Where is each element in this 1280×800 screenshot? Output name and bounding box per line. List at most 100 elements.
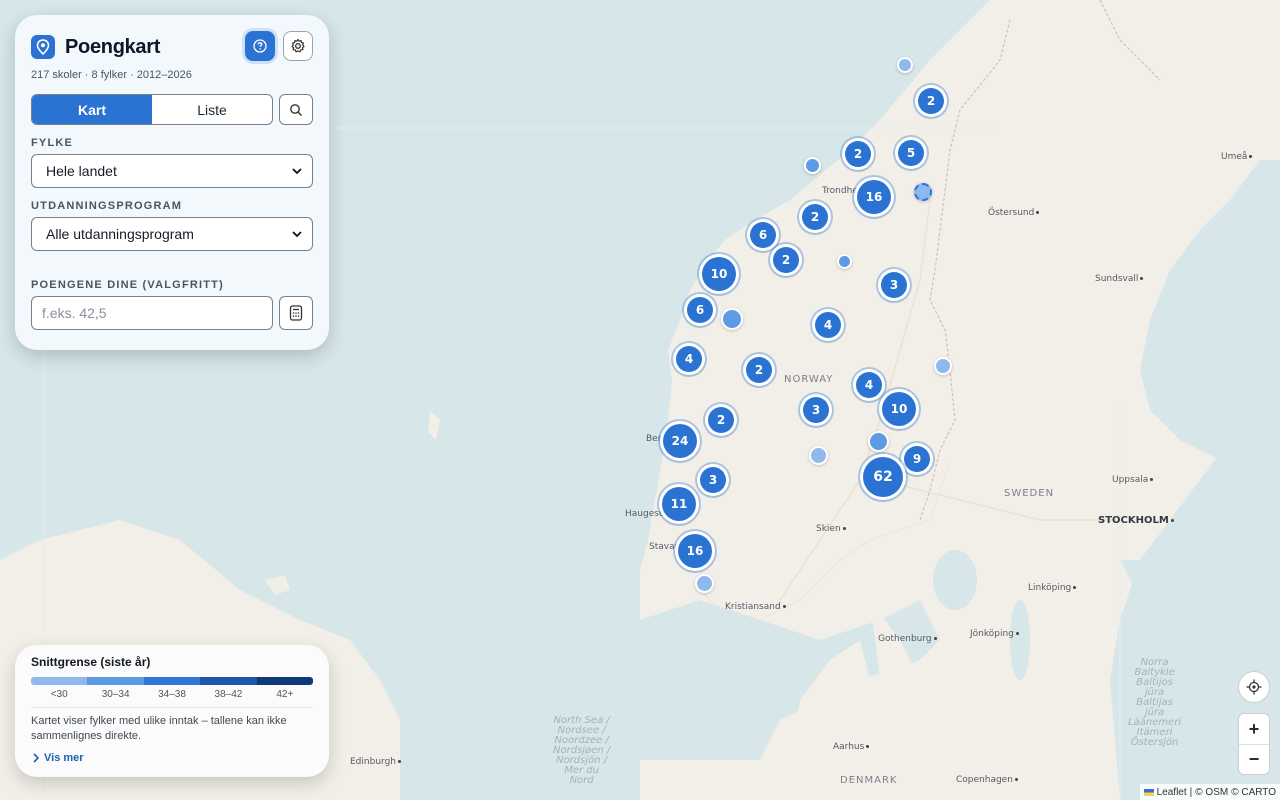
place-label: Kristiansand: [725, 602, 786, 612]
attribution-carto-link[interactable]: © CARTO: [1231, 787, 1276, 798]
cluster-marker[interactable]: 10: [702, 257, 736, 291]
legend-swatch: [143, 677, 201, 685]
map-pin-icon: [31, 35, 55, 59]
cluster-marker[interactable]: 2: [708, 407, 734, 433]
search-icon: [290, 103, 302, 116]
program-select-value: Alle utdanningsprogram: [46, 226, 194, 242]
chevron-down-icon: [292, 230, 302, 237]
legend-tick: 42+: [276, 689, 294, 700]
place-label: Skien: [816, 524, 846, 534]
show-more-link[interactable]: Vis mer: [31, 752, 313, 764]
tab-map[interactable]: Kart: [32, 95, 152, 124]
legend-panel: Snittgrense (siste år) <30 30–34 34–38 3…: [15, 645, 329, 777]
school-marker[interactable]: [837, 254, 852, 269]
tab-list[interactable]: Liste: [152, 95, 272, 124]
country-label: NORWAY: [784, 374, 834, 385]
cluster-marker[interactable]: 6: [687, 297, 713, 323]
cluster-marker[interactable]: 10: [882, 392, 916, 426]
chevron-down-icon: [292, 167, 302, 174]
cluster-marker[interactable]: 4: [856, 372, 882, 398]
school-marker[interactable]: [809, 446, 828, 465]
attribution-separator: |: [1189, 786, 1193, 798]
legend-tick: 34–38: [158, 689, 186, 700]
app-title: Poengkart: [65, 35, 161, 58]
place-label: Sundsvall: [1095, 274, 1143, 284]
cluster-marker[interactable]: 16: [678, 534, 712, 568]
cluster-marker[interactable]: 2: [802, 204, 828, 230]
cluster-marker[interactable]: 2: [845, 141, 871, 167]
place-label: Östersund: [988, 208, 1039, 218]
place-label: Edinburgh: [350, 757, 401, 767]
cluster-marker[interactable]: 4: [815, 312, 841, 338]
county-label: FYLKE: [31, 137, 74, 149]
cluster-marker[interactable]: 2: [918, 88, 944, 114]
cluster-marker[interactable]: 2: [746, 357, 772, 383]
zoom-out-button[interactable]: −: [1239, 744, 1269, 774]
place-label: Jönköping: [970, 629, 1019, 639]
points-input[interactable]: f.eks. 42,5: [31, 296, 273, 330]
view-toggle: Kart Liste: [31, 94, 273, 125]
attribution-osm-link[interactable]: © OSM: [1195, 787, 1228, 798]
calculator-icon: [289, 305, 303, 321]
county-select-value: Hele landet: [46, 163, 117, 179]
cluster-marker[interactable]: 2: [773, 247, 799, 273]
cluster-marker[interactable]: 3: [881, 272, 907, 298]
cluster-marker[interactable]: 6: [750, 222, 776, 248]
gear-icon: [291, 38, 305, 53]
legend-tick: 38–42: [214, 689, 243, 700]
sea-label: Norra Baltykle Baltijos jūra Baltijas jū…: [1128, 657, 1182, 748]
show-more-label: Vis mer: [44, 752, 84, 764]
cluster-marker[interactable]: 62: [863, 457, 903, 497]
map-attribution: Leaflet | © OSM © CARTO: [1139, 784, 1280, 800]
place-label: Linköping: [1028, 583, 1076, 593]
zoom-in-button[interactable]: +: [1239, 714, 1269, 744]
country-label: DENMARK: [840, 775, 898, 786]
place-label: Copenhagen: [956, 775, 1018, 785]
school-marker[interactable]: [914, 183, 932, 201]
country-label: SWEDEN: [1004, 488, 1055, 499]
place-label: Umeå: [1221, 152, 1252, 162]
school-marker[interactable]: [897, 57, 913, 73]
flag-icon: [1143, 788, 1154, 796]
school-marker[interactable]: [868, 431, 889, 452]
cluster-marker[interactable]: 3: [700, 467, 726, 493]
calculator-button[interactable]: [279, 296, 313, 330]
chevron-right-icon: [33, 753, 40, 763]
settings-button[interactable]: [283, 31, 313, 61]
help-button[interactable]: [245, 31, 275, 61]
points-label: POENGENE DINE (VALGFRITT): [31, 279, 224, 291]
attribution-leaflet-link[interactable]: Leaflet: [1157, 787, 1187, 798]
cluster-marker[interactable]: 9: [904, 446, 930, 472]
school-marker[interactable]: [934, 357, 952, 375]
program-label: UTDANNINGSPROGRAM: [31, 200, 183, 212]
cluster-marker[interactable]: 11: [662, 487, 696, 521]
legend-swatch: [256, 677, 313, 685]
place-label: Gothenburg: [878, 634, 937, 644]
legend-swatch: [87, 677, 144, 685]
sea-label: North Sea / Nordsee / Noordzee / Nordsjø…: [553, 715, 611, 786]
dataset-summary: 217 skoler · 8 fylker · 2012–2026: [31, 69, 192, 81]
zoom-control: + −: [1238, 713, 1270, 775]
place-label: Uppsala: [1112, 475, 1153, 485]
crosshair-icon: [1246, 679, 1262, 695]
school-marker[interactable]: [804, 157, 821, 174]
help-icon: [253, 39, 267, 53]
cluster-marker[interactable]: 4: [676, 346, 702, 372]
school-marker[interactable]: [721, 308, 743, 330]
legend-title: Snittgrense (siste år): [31, 655, 151, 669]
cluster-marker[interactable]: 3: [803, 397, 829, 423]
cluster-marker[interactable]: 24: [663, 424, 697, 458]
legend-color-scale: [31, 677, 313, 685]
legend-note: Kartet viser fylker med ulike inntak – t…: [31, 715, 287, 742]
county-select[interactable]: Hele landet: [31, 154, 313, 188]
cluster-marker[interactable]: 16: [857, 180, 891, 214]
locate-button[interactable]: [1238, 671, 1270, 703]
program-select[interactable]: Alle utdanningsprogram: [31, 217, 313, 251]
school-marker[interactable]: [695, 574, 714, 593]
capital-label: STOCKHOLM: [1098, 515, 1174, 526]
cluster-marker[interactable]: 5: [898, 140, 924, 166]
legend-swatch: [31, 677, 88, 685]
search-button[interactable]: [279, 94, 313, 125]
legend-tick: <30: [50, 689, 68, 700]
legend-tick: 30–34: [101, 689, 130, 700]
